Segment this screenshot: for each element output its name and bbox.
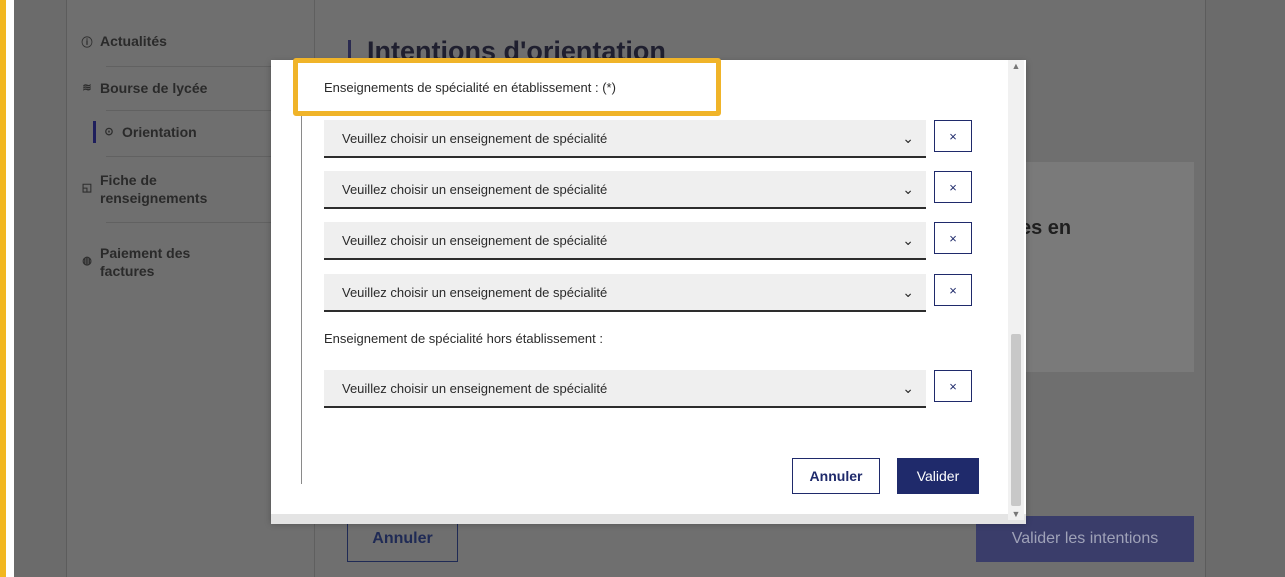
sidebar-active-indicator xyxy=(93,121,96,143)
chevron-down-icon: ⌄ xyxy=(902,232,914,248)
sidebar-item-paiement[interactable]: ◍ Paiement des factures xyxy=(80,244,240,280)
section-label-outside-school: Enseignement de spécialité hors établiss… xyxy=(324,331,603,346)
sidebar-item-label: Actualités xyxy=(100,33,167,49)
scroll-up-icon[interactable]: ▲ xyxy=(1010,60,1022,72)
speciality-select-2[interactable]: Veuillez choisir un enseignement de spéc… xyxy=(324,171,926,209)
clear-select-outside-button[interactable]: × xyxy=(934,370,972,402)
form-icon: ◱ xyxy=(81,182,93,194)
sidebar-item-label: Bourse de lycée xyxy=(100,80,208,96)
sidebar-item-label: Paiement des factures xyxy=(100,245,191,279)
close-icon: × xyxy=(949,282,957,298)
compass-icon: ⊙ xyxy=(104,126,114,138)
speciality-select-4[interactable]: Veuillez choisir un enseignement de spéc… xyxy=(324,274,926,312)
sidebar-item-actualites[interactable]: ⓘ Actualités xyxy=(80,32,315,50)
clear-select-4-button[interactable]: × xyxy=(934,274,972,306)
chevron-down-icon: ⌄ xyxy=(902,181,914,197)
background-card-text: es en xyxy=(1020,217,1072,239)
select-value: Veuillez choisir un enseignement de spéc… xyxy=(342,181,608,197)
select-value: Veuillez choisir un enseignement de spéc… xyxy=(342,232,608,248)
bourse-icon: ≋ xyxy=(82,82,92,94)
validate-button[interactable]: Valider xyxy=(897,458,979,494)
modal-content-border xyxy=(301,110,302,484)
scrollbar-thumb[interactable] xyxy=(1011,334,1021,506)
sidebar-item-fiche[interactable]: ◱ Fiche de renseignements xyxy=(80,171,240,207)
select-value: Veuillez choisir un enseignement de spéc… xyxy=(342,380,608,396)
chevron-down-icon: ⌄ xyxy=(902,130,914,146)
scroll-down-icon[interactable]: ▼ xyxy=(1010,508,1022,520)
clear-select-3-button[interactable]: × xyxy=(934,222,972,254)
payment-icon: ◍ xyxy=(82,255,92,267)
speciality-select-outside[interactable]: Veuillez choisir un enseignement de spéc… xyxy=(324,370,926,408)
chevron-down-icon: ⌄ xyxy=(902,284,914,300)
select-value: Veuillez choisir un enseignement de spéc… xyxy=(342,284,608,300)
select-value: Veuillez choisir un enseignement de spéc… xyxy=(342,130,608,146)
cancel-button[interactable]: Annuler xyxy=(792,458,880,494)
speciality-select-3[interactable]: Veuillez choisir un enseignement de spéc… xyxy=(324,222,926,260)
clear-select-1-button[interactable]: × xyxy=(934,120,972,152)
sidebar-item-label: Fiche de renseignements xyxy=(100,172,208,206)
close-icon: × xyxy=(949,128,957,144)
section-label-in-school: Enseignements de spécialité en établisse… xyxy=(324,80,616,95)
background-info-card xyxy=(1016,162,1194,372)
close-icon: × xyxy=(949,179,957,195)
chevron-down-icon: ⌄ xyxy=(902,380,914,396)
close-icon: × xyxy=(949,230,957,246)
speciality-select-1[interactable]: Veuillez choisir un enseignement de spéc… xyxy=(324,120,926,158)
modal-footer-strip xyxy=(271,514,1026,524)
clear-select-2-button[interactable]: × xyxy=(934,171,972,203)
close-icon: × xyxy=(949,378,957,394)
info-circle-icon: ⓘ xyxy=(81,37,93,49)
sidebar-item-label: Orientation xyxy=(122,124,197,140)
page-left-accent-bar xyxy=(0,0,6,577)
